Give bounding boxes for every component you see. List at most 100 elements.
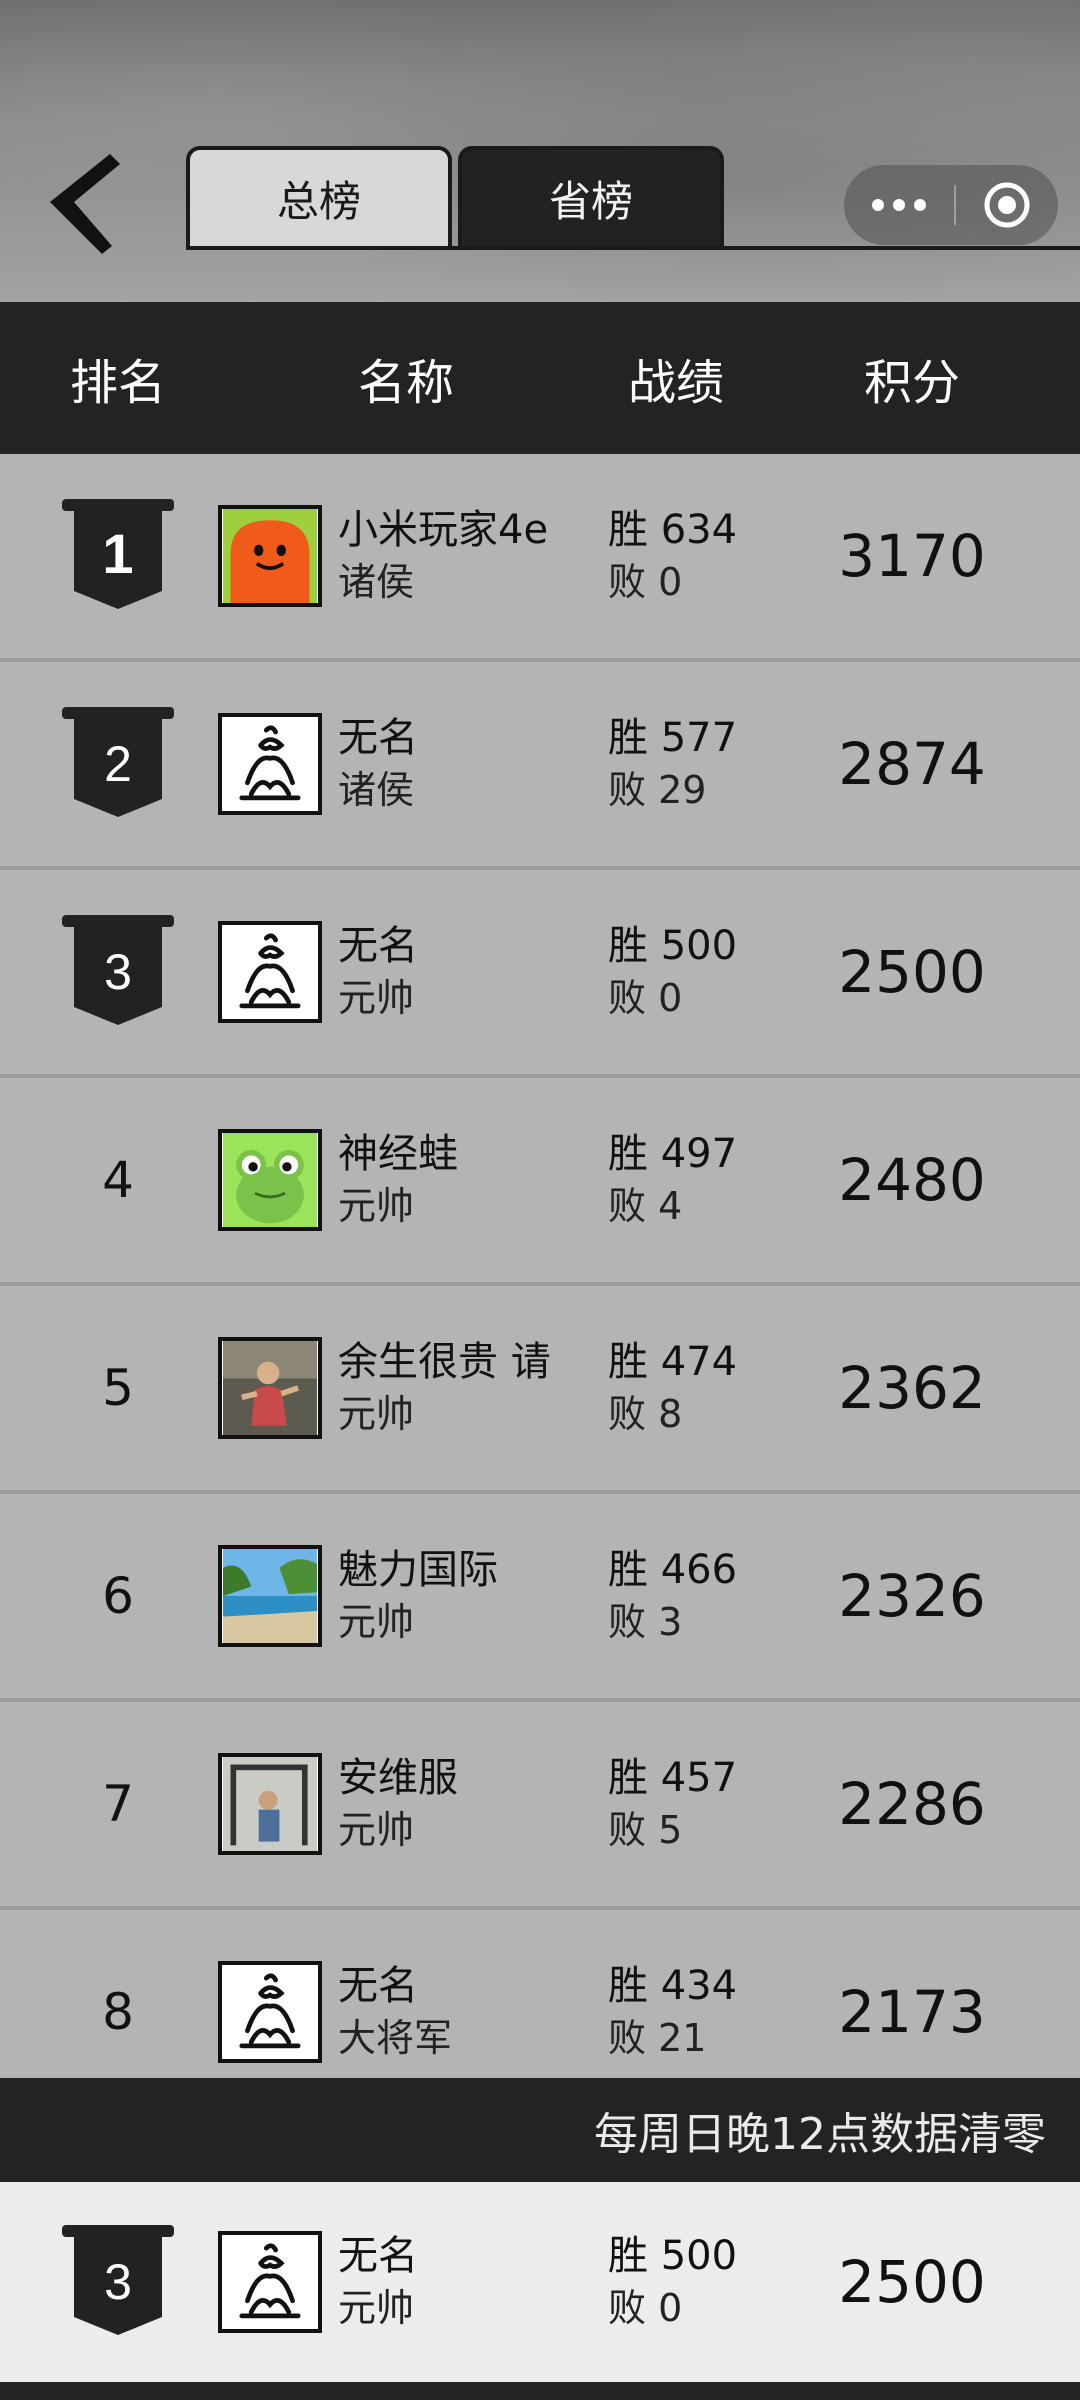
avatar: [218, 1545, 322, 1647]
rank-shield-icon: 1: [62, 499, 174, 609]
more-icon[interactable]: [844, 165, 954, 245]
wins: 胜 634: [608, 507, 738, 553]
record-cell: 胜 474 败 8: [608, 1336, 737, 1440]
losses: 败 8: [608, 1392, 683, 1436]
rank-badge: 3: [58, 915, 178, 1029]
avatar: [218, 1961, 322, 2063]
player-name-cell: 神经蛙 元帅: [338, 1128, 600, 1232]
table-row[interactable]: 4 神经蛙 元帅 胜 497 败 4 2480: [0, 1078, 1080, 1286]
record-cell: 胜 434 败 21: [608, 1960, 737, 2064]
svg-text:3: 3: [104, 944, 132, 1000]
score: 2500: [838, 2248, 986, 2316]
score: 3170: [838, 522, 986, 590]
photo-gym-avatar-icon: [223, 1757, 317, 1851]
wins: 胜 434: [608, 1963, 738, 2009]
player-title: 元帅: [338, 1808, 415, 1852]
ink-figure-avatar-icon: [223, 2235, 317, 2329]
record-cell: 胜 500 败 0: [608, 920, 737, 1024]
svg-text:1: 1: [102, 522, 133, 585]
record-cell: 胜 500 败 0: [608, 2230, 737, 2334]
photo-person-avatar-icon: [223, 1341, 317, 1435]
back-arrow-icon[interactable]: [40, 150, 130, 260]
player-title: 元帅: [338, 2286, 415, 2330]
score: 2173: [838, 1978, 986, 2046]
svg-text:2: 2: [104, 736, 132, 792]
photo-beach-avatar-icon: [223, 1549, 317, 1643]
player-name-cell: 余生很贵 请 元帅: [338, 1336, 600, 1440]
player-name-cell: 无名 元帅: [338, 2230, 600, 2334]
table-row[interactable]: 3 无名 元帅 胜 500 败 0 2500: [0, 870, 1080, 1078]
record-cell: 胜 634 败 0: [608, 504, 737, 608]
score: 2480: [838, 1146, 986, 1214]
player-title: 元帅: [338, 1600, 415, 1644]
my-rank-row[interactable]: 3 无名 元帅 胜 500 败 0 2500: [0, 2182, 1080, 2382]
avatar: [218, 921, 322, 1023]
player-name: 无名: [338, 923, 418, 969]
wins: 胜 497: [608, 1131, 738, 1177]
player-name: 魅力国际: [338, 1547, 498, 1593]
player-name: 无名: [338, 715, 418, 761]
table-row[interactable]: 7 安维服 元帅 胜 457 败 5 2286: [0, 1702, 1080, 1910]
losses: 败 5: [608, 1808, 683, 1852]
player-title: 大将军: [338, 2016, 453, 2060]
player-name-cell: 无名 大将军: [338, 1960, 600, 2064]
miniprogram-capsule: [844, 165, 1058, 245]
score: 2326: [838, 1562, 986, 1630]
reset-notice: 每周日晚12点数据清零: [0, 2078, 1080, 2182]
losses: 败 0: [608, 560, 683, 604]
losses: 败 29: [608, 768, 707, 812]
avatar: [218, 2231, 322, 2333]
wins: 胜 466: [608, 1547, 738, 1593]
record-cell: 胜 457 败 5: [608, 1752, 737, 1856]
score: 2500: [838, 938, 986, 1006]
player-title: 元帅: [338, 1392, 415, 1436]
losses: 败 21: [608, 2016, 707, 2060]
score: 2362: [838, 1354, 986, 1422]
losses: 败 3: [608, 1600, 683, 1644]
player-name: 余生很贵 请: [338, 1339, 551, 1385]
score: 2874: [838, 730, 986, 798]
ink-figure-avatar-icon: [223, 1965, 317, 2059]
avatar: [218, 1337, 322, 1439]
record-cell: 胜 497 败 4: [608, 1128, 737, 1232]
losses: 败 4: [608, 1184, 683, 1228]
player-name: 安维服: [338, 1755, 458, 1801]
wins: 胜 500: [608, 2233, 738, 2279]
table-header: 排名 名称 战绩 积分: [0, 302, 1080, 454]
table-row[interactable]: 1 小米玩家4e 诸侯 胜 634 败 0 3170: [0, 454, 1080, 662]
header-rank: 排名: [69, 355, 167, 411]
leaderboard-list[interactable]: 1 小米玩家4e 诸侯 胜 634 败 0 3170 2 无名 诸侯 胜 577…: [0, 454, 1080, 2078]
ink-figure-avatar-icon: [223, 925, 317, 1019]
table-row[interactable]: 8 无名 大将军 胜 434 败 21 2173: [0, 1910, 1080, 2078]
rank-badge: 2: [58, 707, 178, 821]
rank-shield-icon: 3: [62, 2225, 174, 2335]
table-row[interactable]: 5 余生很贵 请 元帅 胜 474 败 8 2362: [0, 1286, 1080, 1494]
record-cell: 胜 466 败 3: [608, 1544, 737, 1648]
player-name: 小米玩家4e: [338, 507, 549, 553]
rank-number: 6: [102, 1567, 134, 1625]
reset-notice-text: 每周日晚12点数据清零: [594, 2109, 1046, 2160]
table-row[interactable]: 6 魅力国际 元帅 胜 466 败 3 2326: [0, 1494, 1080, 1702]
wins: 胜 474: [608, 1339, 738, 1385]
rank-badge: 1: [58, 499, 178, 613]
close-miniprogram-icon[interactable]: [956, 165, 1058, 245]
player-title: 元帅: [338, 976, 415, 1020]
avatar: [218, 505, 322, 607]
player-title: 元帅: [338, 1184, 415, 1228]
header-score: 积分: [863, 355, 961, 411]
rank-number: 8: [102, 1983, 134, 2041]
rank-badge: 3: [58, 2225, 178, 2339]
avatar: [218, 1753, 322, 1855]
frog-avatar-icon: [223, 1133, 317, 1227]
score: 2286: [838, 1770, 986, 1838]
rank-number: 7: [102, 1775, 134, 1833]
tab-total[interactable]: 总榜: [186, 146, 452, 250]
ink-figure-avatar-icon: [223, 717, 317, 811]
player-name-cell: 魅力国际 元帅: [338, 1544, 600, 1648]
table-row[interactable]: 2 无名 诸侯 胜 577 败 29 2874: [0, 662, 1080, 870]
header-name: 名称: [357, 355, 455, 411]
tab-province[interactable]: 省榜: [458, 146, 724, 250]
player-name: 神经蛙: [338, 1131, 458, 1177]
player-name-cell: 小米玩家4e 诸侯: [338, 504, 600, 608]
record-cell: 胜 577 败 29: [608, 712, 737, 816]
